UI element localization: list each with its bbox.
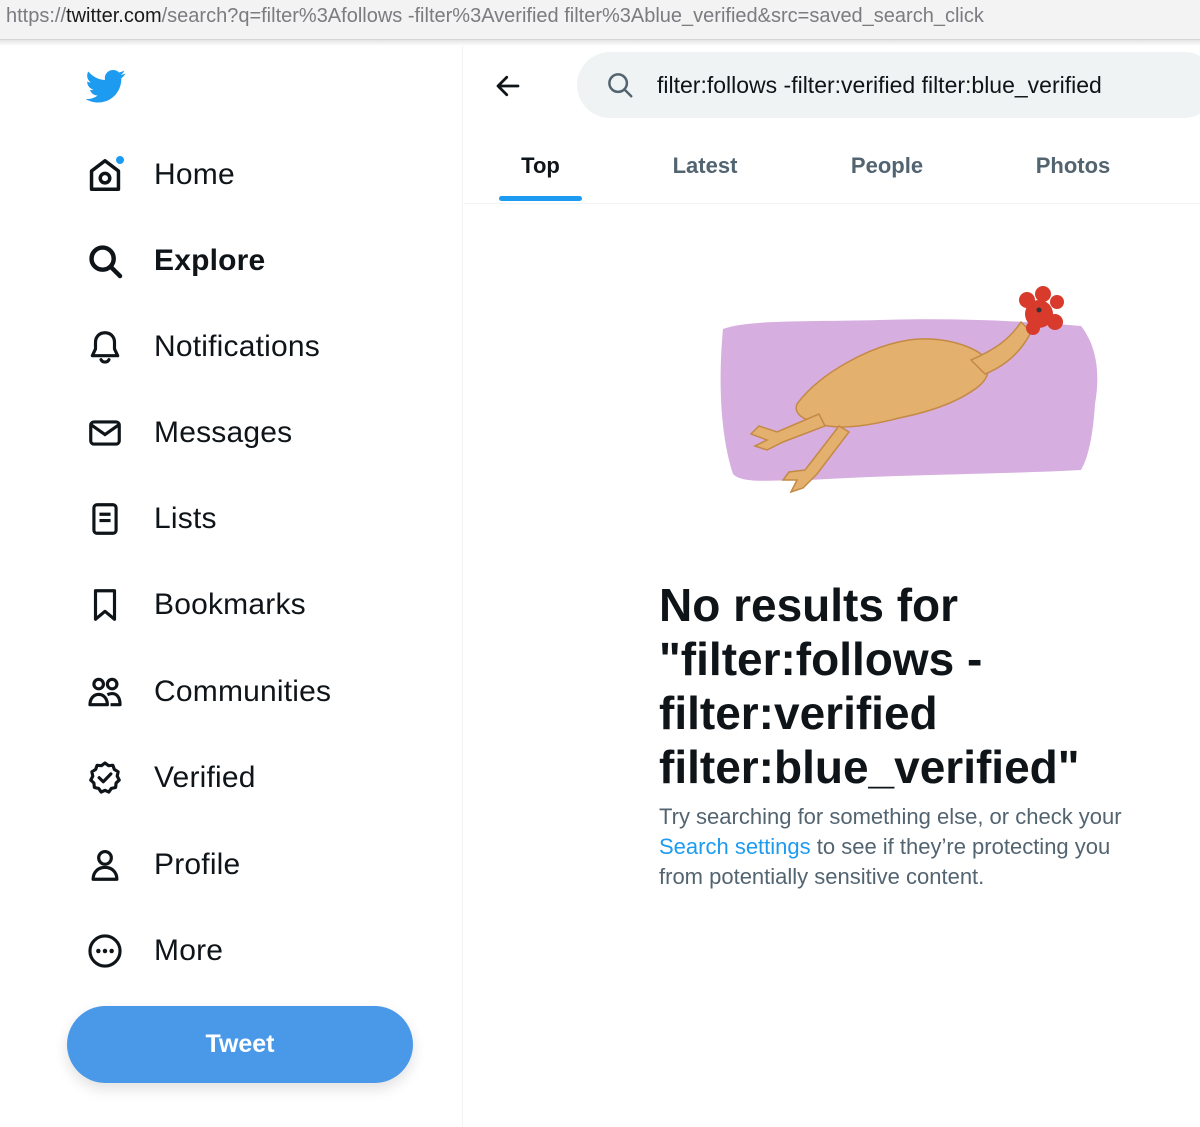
sidebar-item-bookmarks[interactable]: Bookmarks xyxy=(84,579,306,631)
tab-latest[interactable]: Latest xyxy=(654,136,756,204)
address-bar[interactable]: https://twitter.com/search?q=filter%3Afo… xyxy=(0,0,1200,40)
sidebar-item-notifications[interactable]: Notifications xyxy=(84,321,320,373)
tab-label: Top xyxy=(521,153,560,178)
search-icon xyxy=(84,240,126,282)
sidebar-item-lists[interactable]: Lists xyxy=(84,493,217,545)
search-tabs: Top Latest People Photos xyxy=(464,136,1200,204)
rubber-chicken-illustration xyxy=(720,286,1098,494)
url-scheme: https:// xyxy=(6,5,67,27)
mail-icon xyxy=(84,412,126,454)
sidebar-item-verified[interactable]: Verified xyxy=(84,752,256,804)
bell-icon xyxy=(84,326,126,368)
tab-label: Latest xyxy=(672,153,738,178)
no-results-query: "filter:follows -filter:verified filter:… xyxy=(659,633,1080,793)
unread-dot xyxy=(115,155,125,165)
sidebar-item-label: More xyxy=(154,934,224,967)
sidebar-item-label: Messages xyxy=(154,416,293,449)
tab-label: Photos xyxy=(1035,153,1111,178)
twitter-bird-icon[interactable] xyxy=(84,66,128,106)
sidebar-item-label: Verified xyxy=(154,761,256,794)
list-icon xyxy=(84,498,126,540)
no-results-prefix: No results for xyxy=(659,579,959,631)
main-column: Top Latest People Photos xyxy=(464,46,1200,1127)
active-tab-indicator xyxy=(499,196,582,201)
search-box[interactable] xyxy=(577,52,1200,118)
sidebar-item-explore[interactable]: Explore xyxy=(84,235,265,287)
subtitle-text-start: Try searching for something else, or che… xyxy=(659,804,1122,829)
sidebar-item-label: Profile xyxy=(154,848,241,881)
tweet-button[interactable]: Tweet xyxy=(67,1006,413,1083)
sidebar-item-more[interactable]: More xyxy=(84,925,223,977)
sidebar-item-messages[interactable]: Messages xyxy=(84,407,292,459)
tab-photos[interactable]: Photos xyxy=(1022,136,1124,204)
back-button[interactable] xyxy=(488,66,528,106)
search-icon xyxy=(608,73,633,98)
sidebar-item-label: Bookmarks xyxy=(154,588,306,621)
no-results-subtitle: Try searching for something else, or che… xyxy=(659,802,1159,892)
sidebar-item-label: Explore xyxy=(154,244,266,277)
search-settings-link[interactable]: Search settings xyxy=(659,834,811,859)
sidebar: Home Explore Notifications Messages List… xyxy=(0,46,463,1127)
sidebar-item-label: Notifications xyxy=(154,330,321,363)
search-input[interactable] xyxy=(657,71,1200,99)
home-icon xyxy=(84,154,126,196)
chicken-eye xyxy=(1036,307,1042,313)
tab-top[interactable]: Top xyxy=(499,136,582,204)
verified-badge-icon xyxy=(84,757,126,799)
tab-label: People xyxy=(850,153,924,178)
person-icon xyxy=(84,844,126,886)
people-icon xyxy=(84,671,126,713)
bookmark-icon xyxy=(84,584,126,626)
arrow-left-icon xyxy=(496,75,520,97)
sidebar-item-label: Communities xyxy=(154,675,332,708)
url-host: twitter.com xyxy=(66,5,162,27)
sidebar-item-label: Lists xyxy=(154,502,217,535)
url-path: /search?q=filter%3Afollows -filter%3Aver… xyxy=(161,5,984,27)
sidebar-item-label: Home xyxy=(154,158,235,191)
no-results-title: No results for "filter:follows -filter:v… xyxy=(659,578,1159,794)
sidebar-item-home[interactable]: Home xyxy=(84,149,235,201)
more-circle-icon xyxy=(84,930,126,972)
tab-people[interactable]: People xyxy=(836,136,938,204)
sidebar-item-profile[interactable]: Profile xyxy=(84,839,240,891)
sidebar-item-communities[interactable]: Communities xyxy=(84,666,331,718)
